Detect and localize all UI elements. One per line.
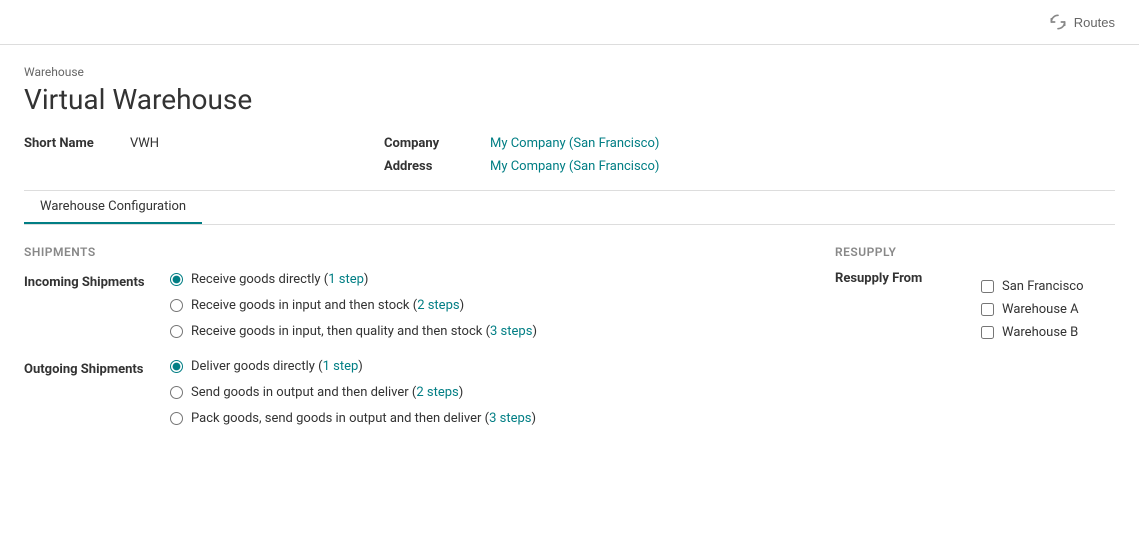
incoming-label-1: Receive goods directly (1 step) xyxy=(191,271,368,289)
outgoing-option-2[interactable]: Send goods in output and then deliver (2… xyxy=(170,384,775,402)
short-name-label: Short Name xyxy=(24,136,114,151)
address-row: Address My Company (San Francisco) xyxy=(384,159,659,174)
incoming-radio-1[interactable] xyxy=(170,273,183,286)
resupply-option-2[interactable]: Warehouse A xyxy=(981,302,1115,317)
outgoing-radio-2[interactable] xyxy=(170,386,183,399)
tabs: Warehouse Configuration xyxy=(24,191,1115,225)
incoming-highlight-3: 3 steps xyxy=(490,324,532,339)
outgoing-option-1[interactable]: Deliver goods directly (1 step) xyxy=(170,358,775,376)
incoming-highlight-2: 2 steps xyxy=(417,298,459,313)
right-fields: Company My Company (San Francisco) Addre… xyxy=(384,136,659,174)
outgoing-highlight-3: 3 steps xyxy=(489,411,531,426)
resupply-checkbox-group: San Francisco Warehouse A Warehouse B xyxy=(981,279,1115,340)
resupply-title: Resupply xyxy=(835,245,1115,259)
resupply-label-3: Warehouse B xyxy=(1002,325,1078,340)
company-label: Company xyxy=(384,136,474,151)
outgoing-radio-3[interactable] xyxy=(170,412,183,425)
main-content: Warehouse Virtual Warehouse Short Name V… xyxy=(0,45,1139,448)
form-fields: Short Name VWH Company My Company (San F… xyxy=(24,136,1115,174)
shipments-title: Shipments xyxy=(24,245,775,259)
resupply-checkbox-3[interactable] xyxy=(981,326,994,339)
outgoing-radio-1[interactable] xyxy=(170,360,183,373)
resupply-from: Resupply From San Francisco Warehouse A … xyxy=(835,271,1115,340)
incoming-radio-group: Receive goods directly (1 step) Receive … xyxy=(170,271,775,342)
address-value[interactable]: My Company (San Francisco) xyxy=(490,159,659,174)
outgoing-label-3: Pack goods, send goods in output and the… xyxy=(191,410,536,428)
incoming-label: Incoming Shipments xyxy=(24,275,154,290)
outgoing-shipments: Outgoing Shipments Deliver goods directl… xyxy=(24,358,775,429)
resupply-checkbox-2[interactable] xyxy=(981,303,994,316)
outgoing-label: Outgoing Shipments xyxy=(24,362,154,377)
shipments-section: Shipments Incoming Shipments Receive goo… xyxy=(24,245,775,428)
incoming-shipments: Incoming Shipments Receive goods directl… xyxy=(24,271,775,342)
incoming-option-1[interactable]: Receive goods directly (1 step) xyxy=(170,271,775,289)
routes-label: Routes xyxy=(1074,15,1115,30)
resupply-label-1: San Francisco xyxy=(1002,279,1084,294)
resupply-from-label: Resupply From xyxy=(835,271,965,286)
outgoing-radio-group: Deliver goods directly (1 step) Send goo… xyxy=(170,358,775,429)
tab-label: Warehouse Configuration xyxy=(40,199,186,214)
top-bar: Routes xyxy=(0,0,1139,45)
resupply-option-1[interactable]: San Francisco xyxy=(981,279,1115,294)
incoming-radio-2[interactable] xyxy=(170,299,183,312)
outgoing-highlight-2: 2 steps xyxy=(416,385,458,400)
incoming-option-2[interactable]: Receive goods in input and then stock (2… xyxy=(170,297,775,315)
outgoing-option-3[interactable]: Pack goods, send goods in output and the… xyxy=(170,410,775,428)
resupply-checkbox-1[interactable] xyxy=(981,280,994,293)
short-name-value: VWH xyxy=(130,136,159,151)
outgoing-grid: Outgoing Shipments Deliver goods directl… xyxy=(24,358,775,429)
outgoing-label-2: Send goods in output and then deliver (2… xyxy=(191,384,463,402)
incoming-option-3[interactable]: Receive goods in input, then quality and… xyxy=(170,323,775,341)
tab-warehouse-configuration[interactable]: Warehouse Configuration xyxy=(24,191,202,224)
outgoing-highlight-1: 1 step xyxy=(323,359,359,374)
incoming-highlight-1: 1 step xyxy=(328,272,364,287)
incoming-label-2: Receive goods in input and then stock (2… xyxy=(191,297,464,315)
config-body: Shipments Incoming Shipments Receive goo… xyxy=(24,245,1115,428)
outgoing-label-1: Deliver goods directly (1 step) xyxy=(191,358,363,376)
incoming-radio-3[interactable] xyxy=(170,325,183,338)
company-value[interactable]: My Company (San Francisco) xyxy=(490,136,659,151)
breadcrumb: Warehouse xyxy=(24,65,1115,79)
resupply-option-3[interactable]: Warehouse B xyxy=(981,325,1115,340)
page-title: Virtual Warehouse xyxy=(24,83,1115,116)
routes-button[interactable]: Routes xyxy=(1040,8,1123,36)
short-name-field: Short Name VWH xyxy=(24,136,324,174)
routes-icon xyxy=(1048,12,1068,32)
company-row: Company My Company (San Francisco) xyxy=(384,136,659,151)
resupply-label-2: Warehouse A xyxy=(1002,302,1079,317)
address-label: Address xyxy=(384,159,474,174)
incoming-label-3: Receive goods in input, then quality and… xyxy=(191,323,537,341)
resupply-section: Resupply Resupply From San Francisco War… xyxy=(835,245,1115,428)
